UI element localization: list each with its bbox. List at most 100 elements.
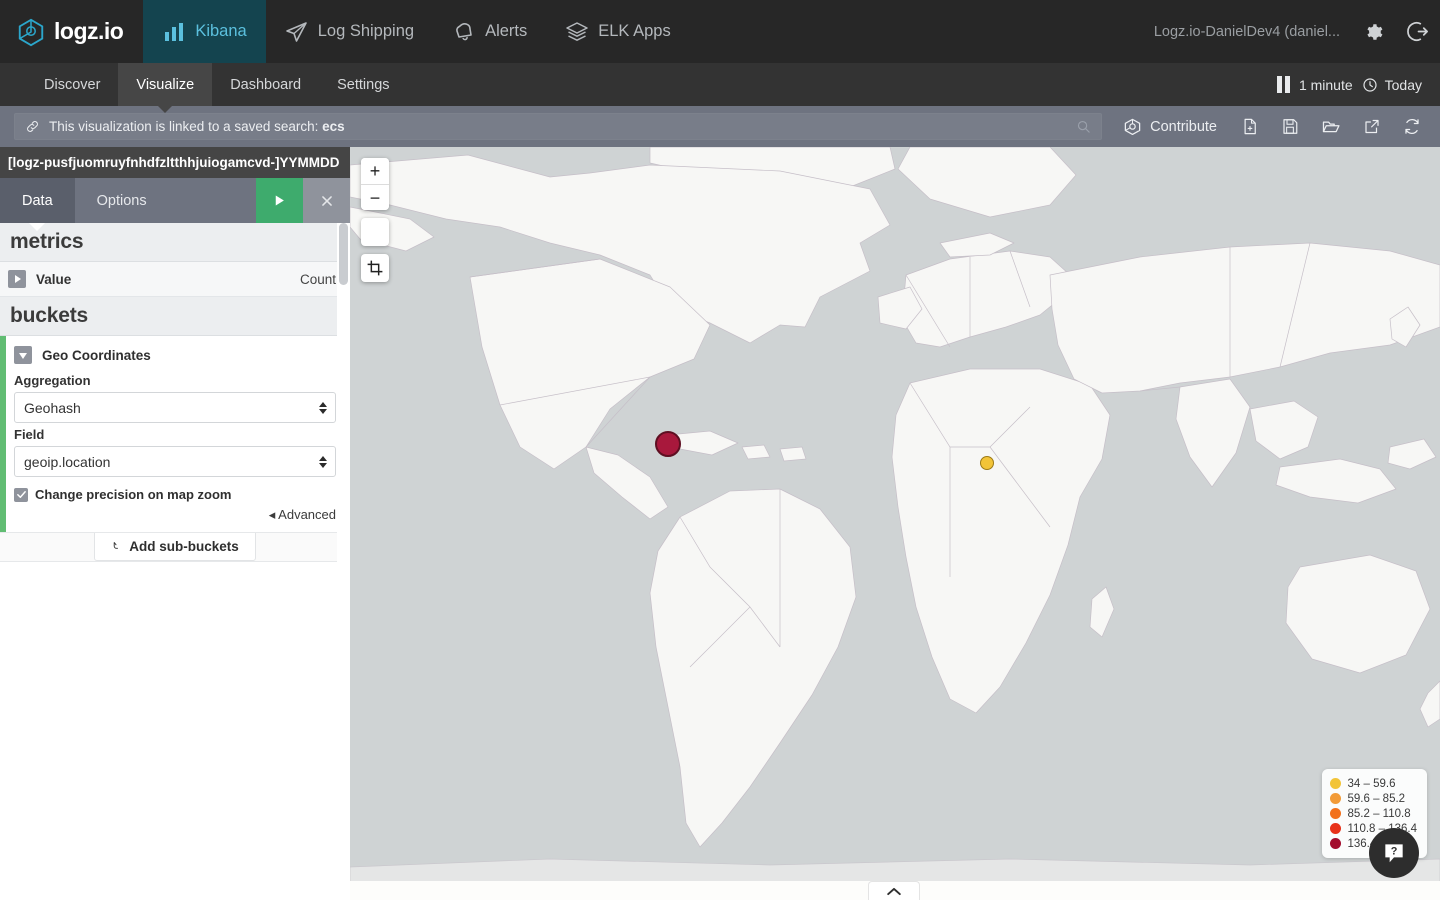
legend-swatch [1329,793,1341,804]
metric-label: Value [36,271,72,287]
new-visualization-button[interactable] [1230,106,1270,147]
nav-item-log-shipping-label: Log Shipping [317,22,415,40]
buckets-heading: buckets [0,297,350,336]
logout-button[interactable] [1396,0,1440,63]
change-precision-row[interactable]: Change precision on map zoom [14,487,336,502]
advanced-label: Advanced [278,507,336,522]
play-apply-icon [275,195,284,206]
geohash-marker-middle-east[interactable] [980,456,994,470]
editor-tabs: Data Options [0,178,350,223]
discard-changes-button[interactable] [303,178,350,223]
pause-auto-refresh-button[interactable] [1276,76,1290,93]
search-icon [1078,120,1090,133]
legend-label: 34 – 59.6 [1347,777,1396,790]
nav-item-elk-apps-label: ELK Apps [598,22,671,40]
fit-data-bounds-button[interactable] [361,218,389,246]
editor-tab-data[interactable]: Data [0,178,75,223]
sidebar-scrollbar-thumb[interactable] [339,223,348,285]
editor-tab-options[interactable]: Options [75,178,169,223]
metric-value-row[interactable]: Value Count [0,262,350,297]
clock-icon [1363,77,1377,92]
refresh-interval-button[interactable]: 1 minute [1299,77,1353,93]
draw-bounds-button[interactable] [361,254,389,282]
share-visualization-button[interactable] [1352,106,1392,147]
collapse-panel-button[interactable] [868,881,920,900]
main-content: [logz-pusfjuomruyfnhdfzltthhjuiogamcvd-]… [0,147,1440,900]
advanced-row: ◂ Advanced [14,506,336,524]
linked-search-name: ecs [322,119,345,134]
logzio-cube-icon [18,18,44,46]
save-floppy-icon [1283,119,1298,134]
layers-icon [566,21,588,41]
linked-search-field[interactable]: This visualization is linked to a saved … [14,113,1103,140]
account-name[interactable]: Logz.io-DanielDev4 (daniel... [1154,0,1352,63]
nav-item-alerts[interactable]: Alerts [433,0,546,63]
bell-icon [456,22,472,40]
tab-visualize[interactable]: Visualize [118,63,213,106]
bucket-header[interactable]: Geo Coordinates [14,346,336,364]
metric-aggregation-value: Count [299,271,336,287]
brand-label: logz.io [54,18,124,44]
gear-icon [1367,23,1383,40]
apply-changes-button[interactable] [256,178,303,223]
legend-row: 34 – 59.6 [1329,776,1418,791]
field-label: Field [14,427,45,442]
contribute-cube-icon [1124,118,1141,136]
contribute-button[interactable]: Contribute [1110,106,1230,147]
field-select[interactable]: geoip.location [14,446,336,477]
help-button[interactable]: ? [1369,828,1419,878]
collapse-bucket-icon[interactable] [14,346,32,364]
save-visualization-button[interactable] [1270,106,1310,147]
query-actions: Contribute [1110,106,1440,147]
visualize-page: logz.io Kibana Log Shipping Alerts ELK A… [0,0,1440,900]
field-select-wrap: geoip.location [14,446,336,477]
link-icon [27,121,38,132]
logzio-brand[interactable]: logz.io [0,0,143,63]
search-submit-button[interactable] [1076,119,1091,134]
add-subbuckets-button[interactable]: Add sub-buckets [94,533,256,561]
tab-settings[interactable]: Settings [319,63,407,106]
add-subbuckets-label: Add sub-buckets [129,539,239,554]
aggregation-label: Aggregation [14,373,91,388]
nav-item-log-shipping[interactable]: Log Shipping [266,0,433,63]
sidebar-scrollbar[interactable] [337,223,350,900]
aggregation-select[interactable]: Geohash [14,392,336,423]
advanced-toggle[interactable]: ◂ Advanced [269,507,336,522]
refresh-visualization-button[interactable] [1392,106,1432,147]
svg-text:?: ? [1391,846,1398,858]
legend-row: 85.2 – 110.8 [1329,806,1418,821]
settings-button[interactable] [1352,0,1396,63]
zoom-in-button[interactable]: + [361,158,389,184]
new-document-icon [1244,118,1256,135]
nav-item-elk-apps[interactable]: ELK Apps [546,0,689,63]
open-visualization-button[interactable] [1310,106,1352,147]
time-range-button[interactable]: Today [1362,77,1422,93]
open-folder-icon [1322,121,1340,133]
top-navigation-bar: logz.io Kibana Log Shipping Alerts ELK A… [0,0,1440,63]
legend-swatch [1329,808,1341,819]
aggregation-select-wrap: Geohash [14,392,336,423]
crop-bounds-icon [367,260,383,276]
expand-metric-icon[interactable] [8,270,26,288]
legend-swatch [1329,838,1341,849]
visualization-editor-sidebar: [logz-pusfjuomruyfnhdfzltthhjuiogamcvd-]… [0,147,350,900]
bucket-title: Geo Coordinates [42,347,151,363]
tab-dashboard[interactable]: Dashboard [212,63,319,106]
geohash-map[interactable]: + − 34 – 59.6 59.6 – 85.2 85.2 – 110.8 1… [350,147,1440,900]
change-precision-checkbox[interactable] [14,487,28,502]
editor-tabs-spacer [169,178,256,223]
tab-discover[interactable]: Discover [26,63,118,106]
zoom-out-button[interactable]: − [361,184,389,210]
refresh-icon [1405,119,1419,134]
checkmark-icon [16,491,26,498]
nav-item-alerts-label: Alerts [485,22,528,40]
geohash-marker-us-east[interactable] [655,431,681,457]
share-external-icon [1365,119,1379,134]
query-bar: This visualization is linked to a saved … [0,106,1440,147]
nav-item-kibana[interactable]: Kibana [143,0,266,63]
zoom-control-group: + − [361,158,389,210]
branch-icon [113,542,119,549]
legend-row: 59.6 – 85.2 [1329,791,1418,806]
legend-swatch [1329,778,1341,789]
time-range-label: Today [1384,76,1422,93]
